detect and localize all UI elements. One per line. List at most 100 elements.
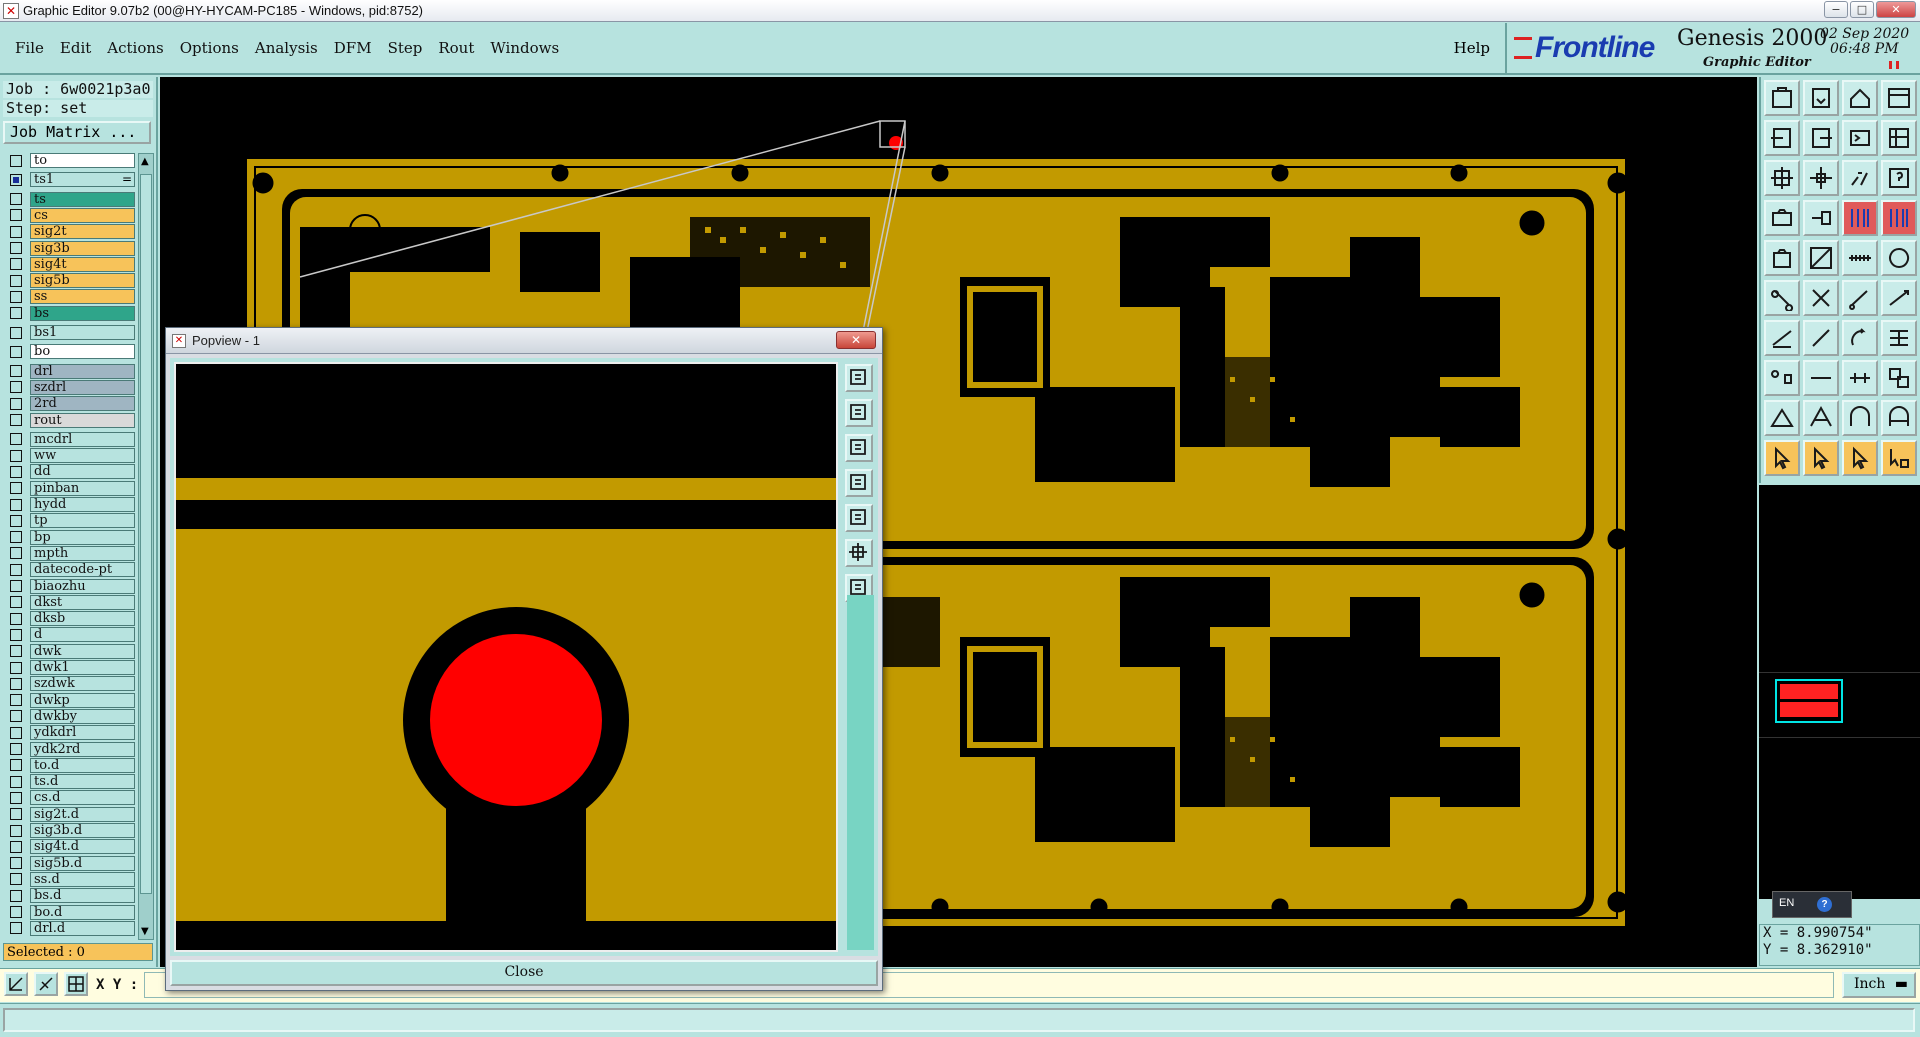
layer-row[interactable]: bs xyxy=(4,305,135,321)
layout-icon[interactable] xyxy=(1881,120,1917,156)
minus-icon[interactable] xyxy=(1803,360,1839,396)
layer-name[interactable]: mpth xyxy=(30,545,135,561)
camera-icon[interactable] xyxy=(1764,200,1800,236)
layer-checkbox[interactable] xyxy=(10,274,22,287)
layer-checkbox[interactable] xyxy=(10,414,22,426)
layer-name[interactable]: cs xyxy=(30,207,135,223)
menu-file[interactable]: File xyxy=(15,39,44,57)
layer-row[interactable]: tp xyxy=(4,513,135,529)
layer-row[interactable]: dwk xyxy=(4,643,135,659)
minimize-button[interactable]: − xyxy=(1824,1,1848,18)
resize-icon[interactable] xyxy=(1842,120,1878,156)
layer-name[interactable]: dkst xyxy=(30,594,135,610)
layer-checkbox[interactable] xyxy=(10,710,22,723)
menu-dfm[interactable]: DFM xyxy=(334,39,372,57)
popview-scroll-area[interactable] xyxy=(847,595,874,950)
fit-icon[interactable] xyxy=(1764,160,1800,196)
popview-zoom-fit-icon[interactable] xyxy=(845,539,873,567)
layer-checkbox[interactable] xyxy=(10,775,22,788)
menu-options[interactable]: Options xyxy=(180,39,239,57)
layer-checkbox[interactable] xyxy=(10,612,22,625)
import-icon[interactable] xyxy=(1764,120,1800,156)
move-icon[interactable] xyxy=(1842,440,1878,476)
layer-checkbox[interactable] xyxy=(10,743,22,755)
layer-name[interactable]: biaozhu xyxy=(30,578,135,594)
grid-icon[interactable] xyxy=(64,972,88,996)
layer-row[interactable]: rout xyxy=(4,412,135,428)
triangle-icon[interactable] xyxy=(1764,400,1800,436)
layer-name[interactable]: ss.d xyxy=(30,871,135,887)
layer-name[interactable]: to.d xyxy=(30,757,135,773)
layer-checkbox[interactable] xyxy=(10,242,22,254)
layer-row[interactable]: dd xyxy=(4,464,135,480)
pointer-icon[interactable] xyxy=(1764,440,1800,476)
layer-checkbox[interactable] xyxy=(10,661,22,674)
layer-name[interactable]: ydk2rd xyxy=(30,741,135,757)
layer-checkbox[interactable] xyxy=(10,326,22,339)
group-icon[interactable] xyxy=(1881,360,1917,396)
route-icon[interactable] xyxy=(1881,280,1917,316)
layer-list-scrollbar[interactable]: ▲ ▼ xyxy=(138,153,154,940)
connect-icon[interactable] xyxy=(1842,280,1878,316)
snapshot-icon[interactable] xyxy=(1764,240,1800,276)
help-icon[interactable] xyxy=(1881,160,1917,196)
layer-row[interactable]: bo xyxy=(4,344,135,360)
layer-row[interactable]: dwkby xyxy=(4,708,135,724)
layer-name[interactable]: ts1 xyxy=(30,172,135,188)
maximize-button[interactable]: □ xyxy=(1850,1,1874,18)
layer-checkbox[interactable] xyxy=(10,889,22,902)
layer-row[interactable]: sig4t xyxy=(4,256,135,272)
layer-checkbox[interactable] xyxy=(10,596,22,609)
layer-checkbox[interactable] xyxy=(10,345,22,358)
layer-name[interactable]: ts.d xyxy=(30,774,135,790)
layer-checkbox[interactable] xyxy=(10,547,22,560)
layer-name[interactable]: szdwk xyxy=(30,676,135,692)
menu-analysis[interactable]: Analysis xyxy=(255,39,318,57)
layer-name[interactable]: sig3b xyxy=(30,240,135,256)
cross-icon[interactable] xyxy=(1803,280,1839,316)
layer-row[interactable]: ss xyxy=(4,289,135,305)
layer-name[interactable]: bp xyxy=(30,529,135,545)
layer-name[interactable]: rout xyxy=(30,412,135,428)
peak-icon[interactable] xyxy=(1803,400,1839,436)
layer-checkbox[interactable] xyxy=(10,580,22,592)
layer-checkbox[interactable] xyxy=(10,397,22,410)
layer-checkbox[interactable] xyxy=(10,824,22,837)
layer-name[interactable]: bo.d xyxy=(30,904,135,920)
layer-name[interactable]: drl xyxy=(30,363,135,379)
layer-row[interactable]: dwkp xyxy=(4,692,135,708)
circle-icon[interactable] xyxy=(1881,240,1917,276)
layer-row[interactable]: ts1 = xyxy=(4,172,135,188)
layer-checkbox[interactable] xyxy=(10,645,22,658)
snap-mode-icon[interactable] xyxy=(4,972,28,996)
layer-name[interactable]: pinban xyxy=(30,480,135,496)
layer-name[interactable]: ww xyxy=(30,448,135,464)
draw-icon[interactable] xyxy=(1803,240,1839,276)
popview-titlebar[interactable]: ✕ Popview - 1 ✕ xyxy=(166,328,882,354)
grid-snap-icon[interactable] xyxy=(1842,360,1878,396)
layer-row[interactable]: datecode-pt xyxy=(4,562,135,578)
layer-row[interactable]: ydkdrl xyxy=(4,725,135,741)
stretch-icon[interactable] xyxy=(1881,440,1917,476)
layer-row[interactable]: sig3b xyxy=(4,240,135,256)
select-icon[interactable] xyxy=(1803,440,1839,476)
layer-name[interactable]: d xyxy=(30,627,135,643)
scale-icon[interactable] xyxy=(1842,160,1878,196)
popview-print-icon[interactable] xyxy=(845,434,873,462)
layer-row[interactable]: cs xyxy=(4,207,135,223)
layer-checkbox[interactable] xyxy=(10,258,22,271)
slash-icon[interactable] xyxy=(1803,320,1839,356)
layer-checkbox[interactable] xyxy=(10,791,22,804)
layer-name[interactable]: sig2t.d xyxy=(30,806,135,822)
layer-checkbox[interactable] xyxy=(10,808,22,821)
job-matrix-button[interactable]: Job Matrix ... xyxy=(3,121,151,144)
layer-row[interactable]: bs.d xyxy=(4,888,135,904)
center-icon[interactable] xyxy=(1803,160,1839,196)
layer-name[interactable]: sig3b.d xyxy=(30,823,135,838)
layer-row[interactable]: dksb xyxy=(4,611,135,627)
ruler-icon[interactable] xyxy=(1842,240,1878,276)
help-icon[interactable]: ? xyxy=(1817,897,1832,912)
menu-rout[interactable]: Rout xyxy=(438,39,474,57)
pad-icon[interactable] xyxy=(1764,360,1800,396)
arch-icon[interactable] xyxy=(1842,400,1878,436)
